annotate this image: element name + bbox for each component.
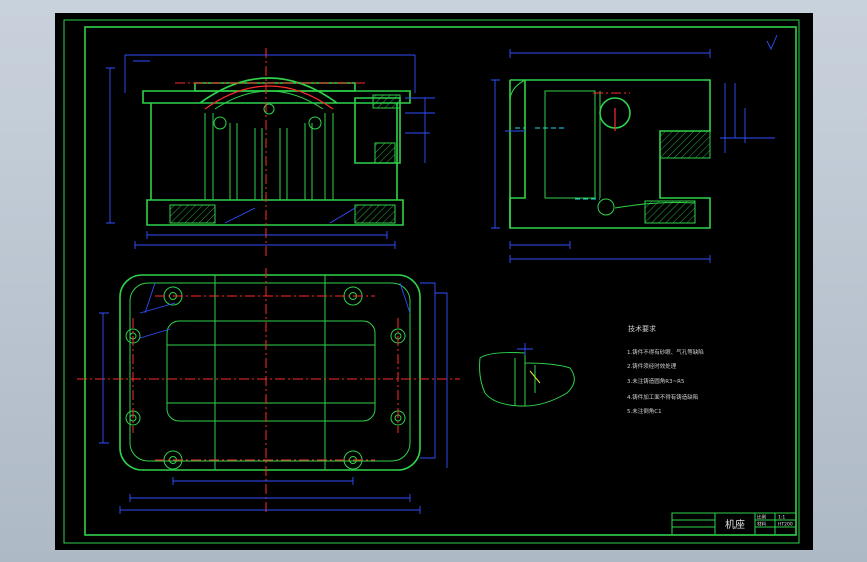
tech-req-item: 4.铸件加工面不得有铸造缺陷 (627, 393, 698, 401)
side-view (491, 34, 778, 263)
tech-req-item: 2.铸件须经时效处理 (627, 362, 677, 370)
tech-req-item: 5.未注倒角C1 (627, 407, 662, 415)
technical-requirements: 技术要求 1.铸件不得有砂眼、气孔等缺陷 2.铸件须经时效处理 3.未注铸造圆角… (627, 324, 704, 415)
front-view (106, 48, 435, 258)
tech-req-heading: 技术要求 (628, 324, 656, 333)
title-block: 机座 比例 1:1 材料 HT200 (671, 512, 797, 536)
tech-req-item: 3.未注铸造圆角R3~R5 (627, 377, 685, 385)
top-view (77, 268, 460, 514)
cad-viewport[interactable]: 技术要求 1.铸件不得有砂眼、气孔等缺陷 2.铸件须经时效处理 3.未注铸造圆角… (55, 13, 813, 550)
scale-value: 1:1 (778, 515, 785, 521)
material-label: 材料 (757, 521, 766, 528)
engineering-drawing: 技术要求 1.铸件不得有砂眼、气孔等缺陷 2.铸件须经时效处理 3.未注铸造圆角… (63, 19, 800, 544)
detail-view (479, 343, 575, 407)
scale-label: 比例 (757, 514, 766, 521)
part-name: 机座 (725, 518, 745, 531)
tech-req-item: 1.铸件不得有砂眼、气孔等缺陷 (627, 348, 704, 356)
material-value: HT200 (778, 522, 793, 528)
